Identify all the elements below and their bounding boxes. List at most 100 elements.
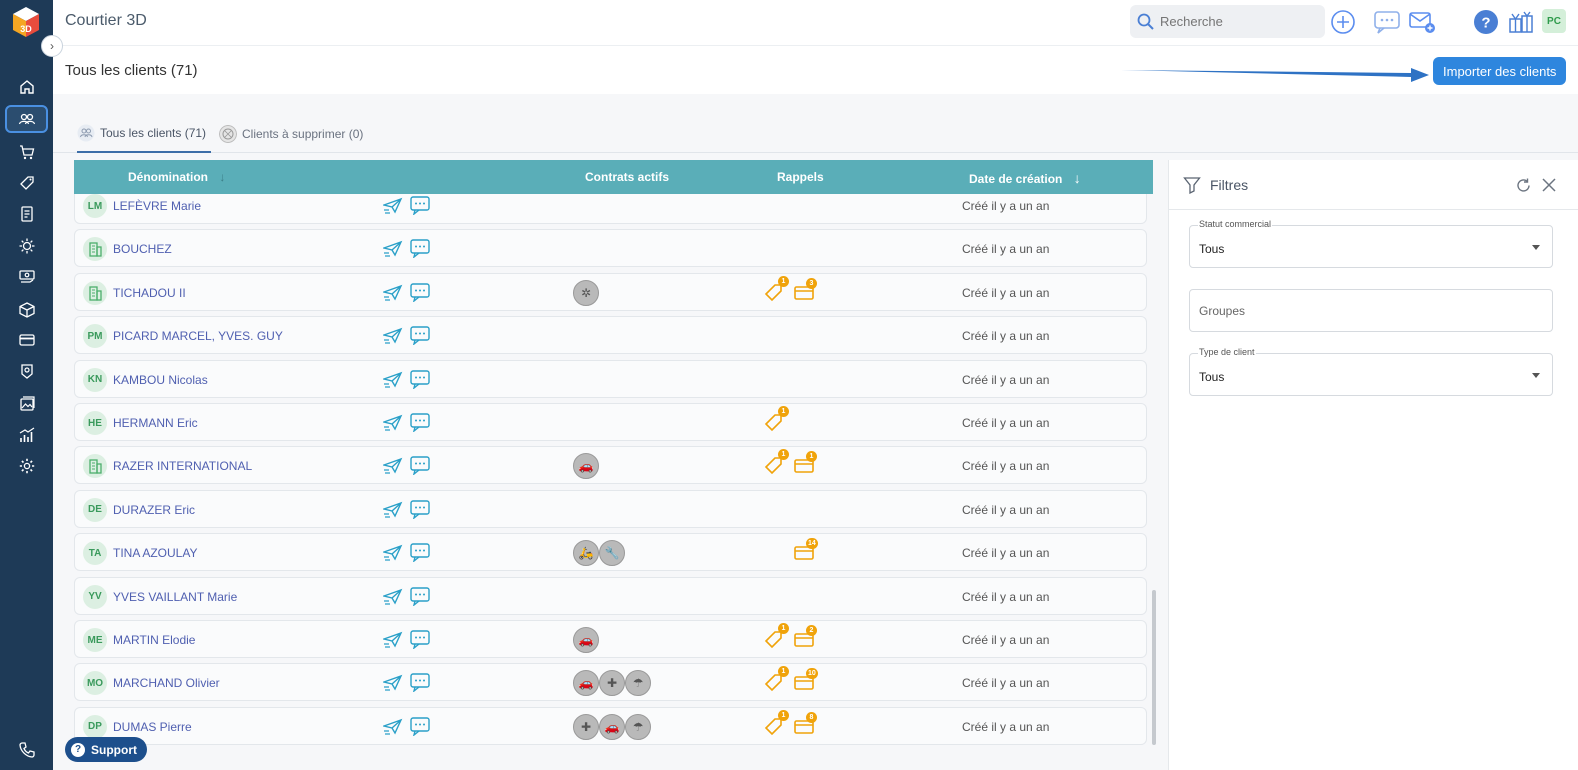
client-name-link[interactable]: DURAZER Eric [113, 503, 195, 517]
new-mail-button[interactable] [1408, 8, 1436, 36]
nav-documents[interactable] [5, 200, 48, 228]
contract-icon[interactable]: ✚ [599, 670, 625, 697]
chat-icon[interactable] [410, 326, 430, 350]
chat-icon[interactable] [410, 196, 430, 220]
client-row[interactable]: TA TINA AZOULAY 🛵 🔧 14 Créé il y a un an [74, 533, 1147, 572]
client-row[interactable]: YV YVES VAILLANT Marie Créé il y a un an [74, 576, 1147, 615]
send-icon[interactable] [381, 197, 403, 219]
user-avatar[interactable]: PC [1542, 9, 1566, 33]
send-icon[interactable] [381, 631, 403, 653]
statut-commercial-select[interactable]: Statut commercial Tous [1189, 219, 1553, 268]
chat-icon[interactable] [410, 369, 430, 394]
send-icon[interactable] [381, 501, 403, 523]
send-icon[interactable] [381, 544, 403, 566]
contract-icon[interactable]: 🚗 [573, 670, 599, 697]
nav-home[interactable] [5, 73, 48, 101]
chat-icon[interactable] [410, 413, 430, 437]
nav-products[interactable] [5, 296, 48, 324]
client-name-link[interactable]: LEFÈVRE Marie [113, 199, 201, 213]
scrollbar[interactable] [1152, 590, 1156, 745]
app-logo[interactable]: 3D [11, 6, 41, 38]
client-row[interactable]: KN KAMBOU Nicolas Créé il y a un an [74, 359, 1147, 398]
nav-settings[interactable] [5, 452, 48, 480]
client-row[interactable]: ME MARTIN Elodie 🚗 1 2 Créé il y a un an [74, 620, 1147, 658]
client-row[interactable]: TICHADOU II ✲ 1 3 Créé il y a un an [74, 272, 1147, 311]
client-row[interactable]: BOUCHEZ Créé il y a un an [74, 229, 1147, 268]
chat-icon[interactable] [410, 283, 430, 307]
mail-reminder-icon[interactable]: 2 [793, 625, 817, 653]
client-name-link[interactable]: YVES VAILLANT Marie [113, 590, 237, 604]
contract-icon[interactable]: 🚗 [573, 453, 599, 480]
nav-clients[interactable] [5, 105, 48, 133]
tag-reminder-icon[interactable]: 1 [763, 666, 789, 698]
tag-reminder-icon[interactable]: 1 [763, 449, 789, 481]
client-row[interactable]: DP DUMAS Pierre ✚ 🚗 ☂ 1 8 Créé il y a un an [74, 706, 1147, 745]
client-name-link[interactable]: MARCHAND Olivier [113, 676, 220, 690]
mail-reminder-icon[interactable]: 3 [793, 277, 817, 306]
tag-reminder-icon[interactable]: 1 [763, 406, 789, 438]
contract-icon[interactable]: ☂ [625, 670, 651, 697]
client-row[interactable]: DE DURAZER Eric Créé il y a un an [74, 489, 1147, 528]
client-name-link[interactable]: BOUCHEZ [113, 242, 172, 256]
client-name-link[interactable]: RAZER INTERNATIONAL [113, 459, 252, 473]
send-icon[interactable] [381, 588, 403, 610]
contract-icon[interactable]: 🚗 [599, 713, 625, 740]
nav-payments[interactable] [5, 326, 48, 354]
contract-icon[interactable]: 🔧 [599, 540, 625, 567]
groupes-field[interactable]: Groupes [1189, 289, 1553, 332]
send-icon[interactable] [381, 240, 403, 262]
mail-reminder-icon[interactable]: 10 [793, 668, 818, 696]
contract-icon[interactable]: ☂ [625, 713, 651, 740]
tab-clients-to-delete[interactable]: Clients à supprimer (0) [219, 114, 363, 153]
send-icon[interactable] [381, 327, 403, 349]
contract-icon[interactable]: ✚ [573, 713, 599, 740]
client-name-link[interactable]: TINA AZOULAY [113, 546, 197, 560]
chat-icon[interactable] [410, 239, 430, 263]
tab-all-clients[interactable]: Tous les clients (71) [77, 114, 211, 153]
type-client-select[interactable]: Type de client Tous [1189, 347, 1553, 396]
sidebar-toggle-button[interactable]: › [41, 35, 63, 57]
client-name-link[interactable]: PICARD MARCEL, YVES. GUY [113, 329, 283, 343]
support-button[interactable]: ? Support [65, 737, 147, 762]
close-icon[interactable] [1541, 177, 1557, 193]
chat-icon[interactable] [410, 500, 430, 524]
client-row[interactable]: MO MARCHAND Olivier 🚗 ✚ ☂ 1 10 Créé il y a un a… [74, 663, 1147, 702]
mail-reminder-icon[interactable]: 8 [793, 711, 817, 740]
chat-icon[interactable] [410, 586, 430, 611]
nav-tags[interactable] [5, 169, 48, 197]
client-name-link[interactable]: DUMAS Pierre [113, 720, 192, 734]
column-header-name[interactable]: Dénomination ↓ [128, 170, 225, 184]
chat-icon[interactable] [410, 456, 430, 480]
contract-icon[interactable]: ✲ [573, 279, 599, 306]
search-box[interactable] [1130, 5, 1325, 38]
send-icon[interactable] [381, 457, 403, 479]
tag-reminder-icon[interactable]: 1 [763, 623, 789, 655]
send-icon[interactable] [381, 414, 403, 436]
search-input[interactable] [1160, 14, 1320, 29]
client-row[interactable]: LM LEFÈVRE Marie Créé il y a un an [74, 194, 1147, 224]
client-row[interactable]: PM PICARD MARCEL, YVES. GUY Créé il y a un… [74, 316, 1147, 355]
refresh-icon[interactable] [1515, 177, 1532, 194]
send-icon[interactable] [381, 674, 403, 696]
client-name-link[interactable]: TICHADOU II [113, 286, 186, 300]
tag-reminder-icon[interactable]: 1 [763, 709, 789, 742]
client-row[interactable]: HE HERMANN Eric 1 Créé il y a un an [74, 403, 1147, 441]
tag-reminder-icon[interactable]: 1 [763, 275, 789, 308]
nav-claims[interactable] [5, 232, 48, 260]
nav-finance[interactable] [5, 263, 48, 291]
messages-button[interactable] [1373, 8, 1401, 36]
nav-reports[interactable] [5, 390, 48, 418]
nav-phone[interactable] [5, 736, 48, 764]
send-icon[interactable] [381, 284, 403, 306]
chat-icon[interactable] [410, 543, 430, 567]
client-name-link[interactable]: KAMBOU Nicolas [113, 373, 208, 387]
gifts-button[interactable] [1507, 8, 1535, 36]
nav-stats[interactable] [5, 421, 48, 449]
add-button[interactable] [1329, 8, 1357, 36]
send-icon[interactable] [381, 371, 403, 393]
send-icon[interactable] [381, 718, 403, 740]
client-name-link[interactable]: MARTIN Elodie [113, 633, 195, 647]
client-name-link[interactable]: HERMANN Eric [113, 416, 198, 430]
contract-icon[interactable]: 🚗 [573, 627, 599, 653]
help-button[interactable]: ? [1472, 8, 1500, 36]
